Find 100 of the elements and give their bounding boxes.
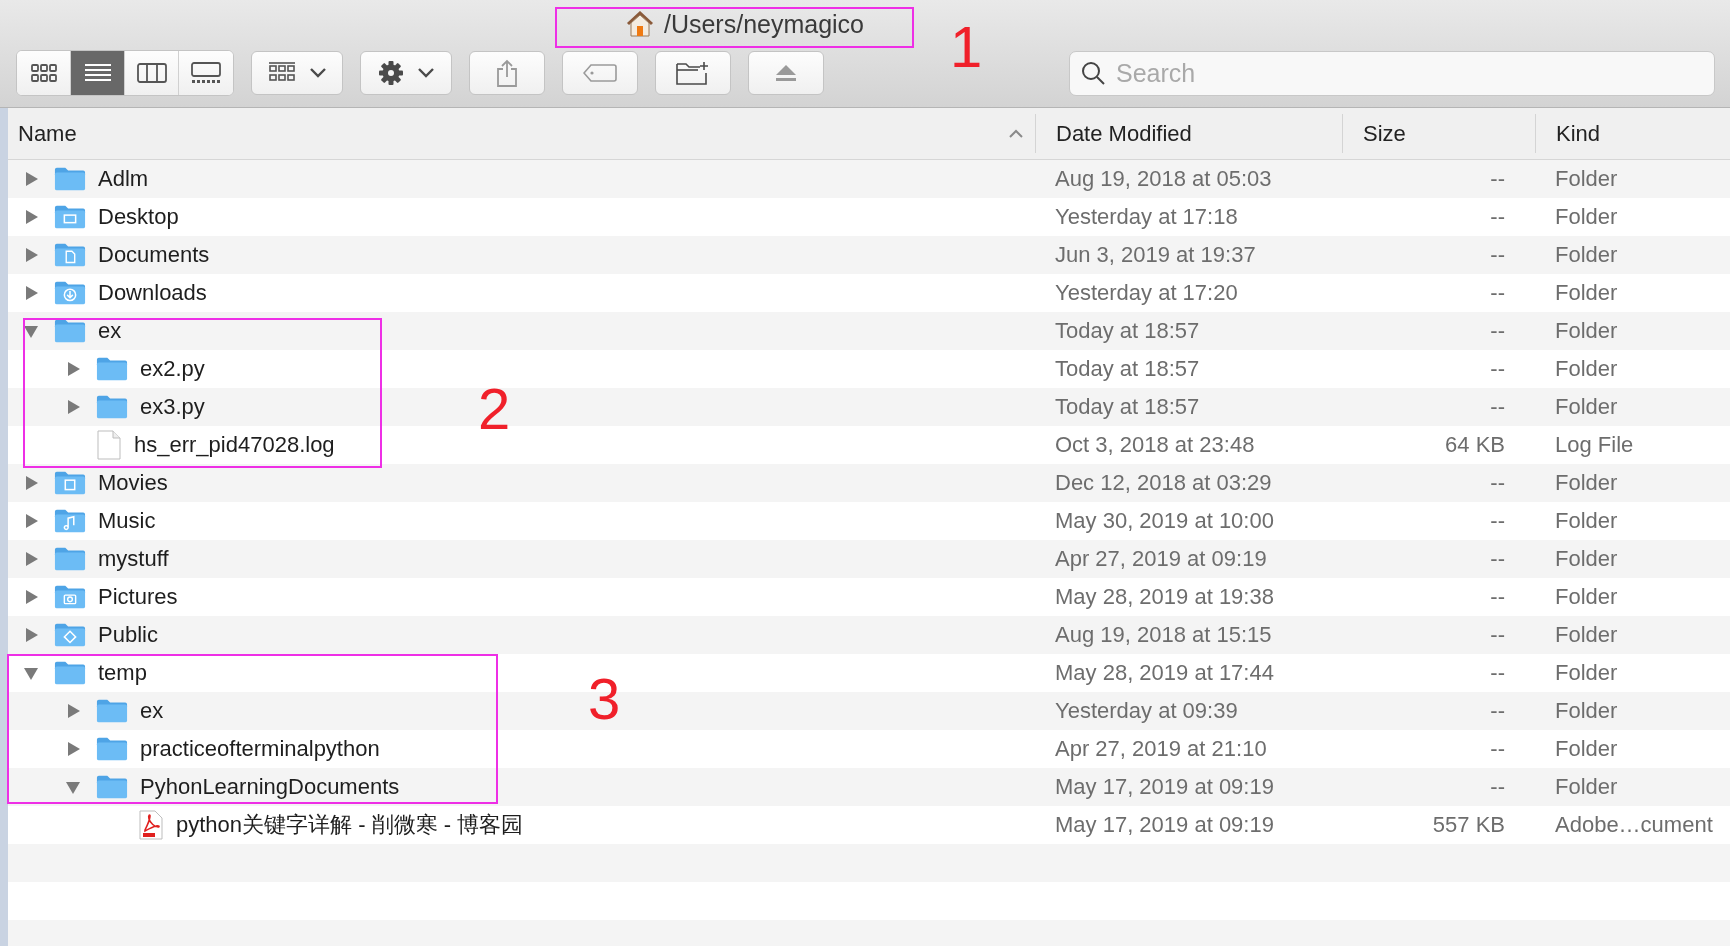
file-kind: Folder [1554,242,1619,268]
new-folder-button[interactable] [655,51,731,95]
file-size: 64 KB [1444,432,1506,458]
search-field[interactable]: Search [1069,50,1715,96]
folder-icon [54,166,86,192]
date-modified: Today at 18:57 [1054,394,1201,420]
file-kind: Folder [1554,280,1619,306]
view-mode-button[interactable] [17,51,71,95]
file-kind: Folder [1554,660,1619,686]
disclosure-triangle-icon[interactable] [23,589,39,605]
file-name: temp [98,660,147,686]
annotation-number: 1 [950,18,983,76]
column-header-cell[interactable]: Name [8,114,1035,153]
file-name: ex [98,318,122,344]
folder-icon [54,546,86,572]
file-name: python关键字详解 - 削微寒 - 博客园 [176,811,524,839]
window-title: /Users/neymagico [663,9,865,39]
file-kind: Folder [1554,166,1619,192]
house-icon [625,11,654,37]
action-button[interactable] [360,51,452,95]
file-name: ex [140,698,164,724]
disclosure-triangle-icon[interactable] [23,247,39,263]
document-icon [96,430,122,460]
file-kind: Folder [1554,622,1619,648]
new-folder-icon [676,61,710,85]
sort-ascending-icon [1009,129,1023,138]
view-mode-button[interactable] [179,51,233,95]
disclosure-triangle-icon[interactable] [23,209,39,225]
disclosure-triangle-icon[interactable] [23,285,39,301]
date-modified: Jun 3, 2019 at 19:37 [1054,242,1257,268]
disclosure-triangle-icon[interactable] [23,627,39,643]
file-name: Music [98,508,156,534]
file-name: Movies [98,470,168,496]
file-kind: Folder [1554,584,1619,610]
file-name: Downloads [98,280,207,306]
eject-icon [775,64,797,82]
file-name: Public [98,622,158,648]
disclosure-triangle-icon[interactable] [23,551,39,567]
pdf-document-icon [138,810,164,840]
icon-grid-icon [29,63,58,83]
file-size: -- [1489,166,1506,192]
chevron-down-icon [418,68,434,78]
folder-icon [54,318,86,344]
file-size: -- [1489,508,1506,534]
column-title: Kind [1556,120,1601,147]
column-header-cell[interactable]: Size [1342,114,1535,153]
column-title: Size [1363,120,1406,147]
column-title: Date Modified [1056,120,1192,147]
file-size: -- [1489,356,1506,382]
file-size: -- [1489,204,1506,230]
list-icon [83,63,112,83]
disclosure-triangle-icon[interactable] [23,171,39,187]
disclosure-triangle-icon[interactable] [65,779,81,795]
view-mode-button[interactable] [125,51,179,95]
file-kind: Folder [1554,204,1619,230]
disclosure-triangle-icon[interactable] [65,741,81,757]
date-modified: Yesterday at 17:20 [1054,280,1239,306]
file-size: -- [1489,546,1506,572]
file-name: PyhonLearningDocuments [140,774,400,800]
disclosure-triangle-icon[interactable] [65,703,81,719]
eject-button[interactable] [748,51,824,95]
folder-icon [96,356,128,382]
file-size: -- [1489,394,1506,420]
file-name: ex2.py [140,356,205,382]
file-name: hs_err_pid47028.log [134,432,335,458]
file-size: 557 KB [1431,812,1506,838]
date-modified: May 17, 2019 at 09:19 [1054,774,1275,800]
date-modified: Aug 19, 2018 at 15:15 [1054,622,1273,648]
special-folder-icon [54,470,86,496]
date-modified: Oct 3, 2018 at 23:48 [1054,432,1256,458]
gallery-icon [191,62,221,84]
columns-icon [136,63,167,83]
disclosure-triangle-icon[interactable] [23,665,39,681]
disclosure-triangle-icon[interactable] [65,399,81,415]
special-folder-icon [54,280,86,306]
date-modified: Dec 12, 2018 at 03:29 [1054,470,1273,496]
file-kind: Folder [1554,736,1619,762]
file-size: -- [1489,622,1506,648]
file-size: -- [1489,318,1506,344]
file-size: -- [1489,242,1506,268]
column-header-cell[interactable]: Date Modified [1035,114,1342,153]
icon-grid-icon [268,62,296,84]
group-button[interactable] [251,51,343,95]
share-button[interactable] [469,51,545,95]
disclosure-triangle-icon[interactable] [23,475,39,491]
file-name: practiceofterminalpython [140,736,380,762]
file-size: -- [1489,470,1506,496]
disclosure-triangle-icon[interactable] [23,513,39,529]
file-name: mystuff [98,546,169,572]
chevron-down-icon [310,68,326,78]
special-folder-icon [54,622,86,648]
file-size: -- [1489,698,1506,724]
file-name: Pictures [98,584,178,610]
disclosure-triangle-icon[interactable] [23,323,39,339]
file-size: -- [1489,736,1506,762]
column-header-cell[interactable]: Kind [1535,114,1730,153]
disclosure-triangle-icon[interactable] [65,361,81,377]
view-mode-button[interactable] [71,51,125,95]
folder-icon [96,394,128,420]
file-name: ex3.py [140,394,205,420]
